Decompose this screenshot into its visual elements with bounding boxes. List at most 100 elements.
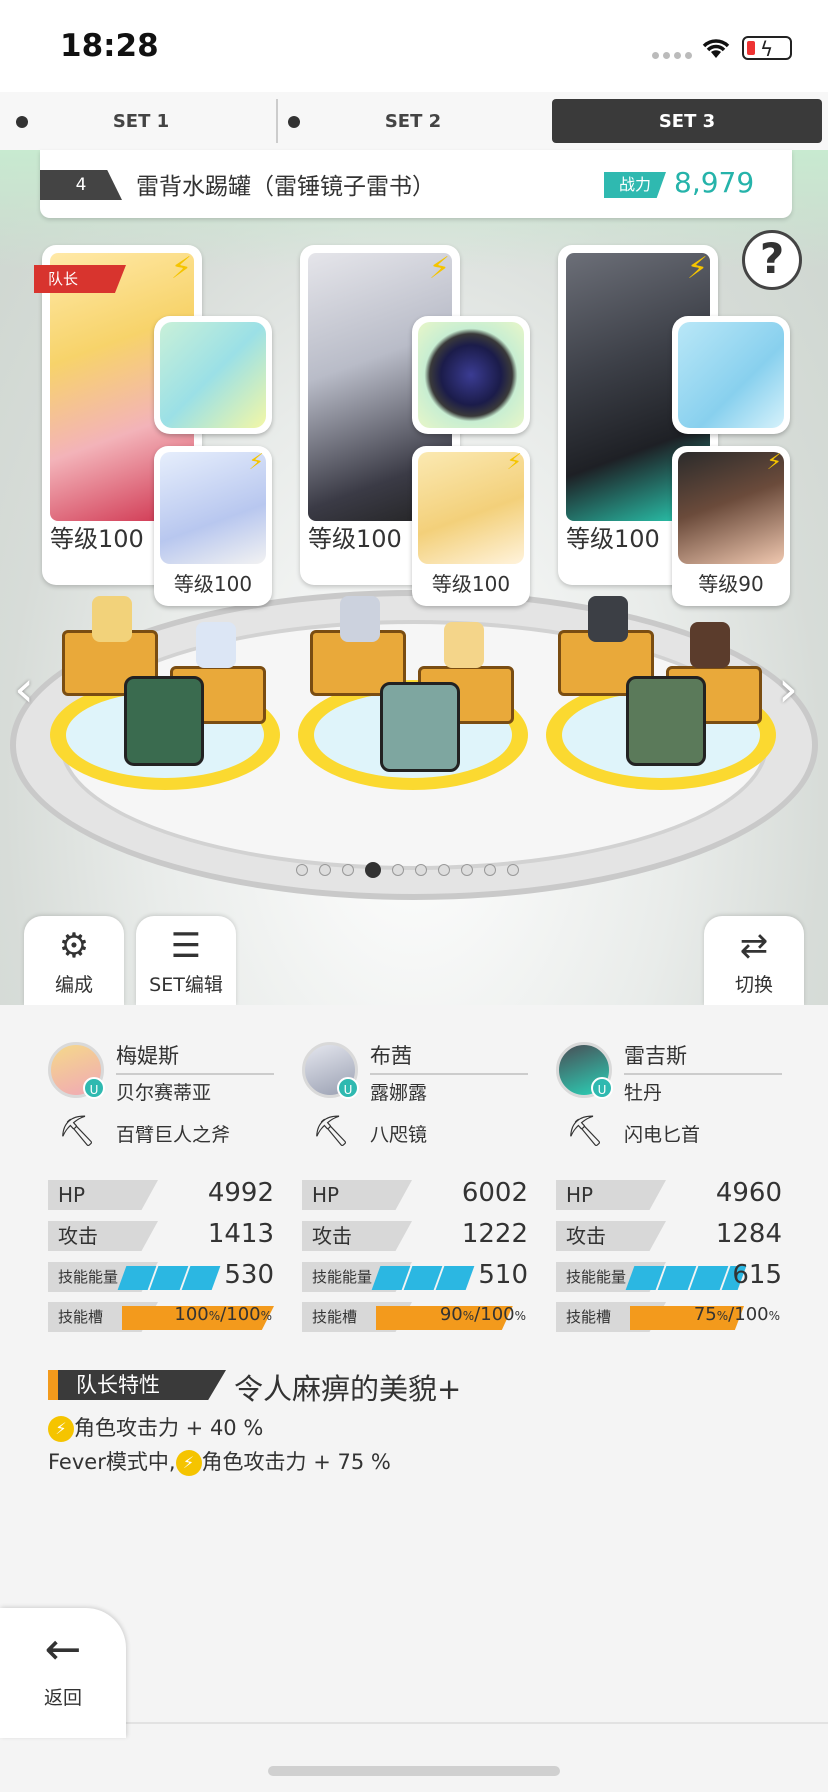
help-button[interactable]: ? [742, 230, 802, 290]
page-dot[interactable] [484, 864, 496, 876]
weapon-row[interactable]: ⛏ 八咫镜 [312, 1114, 532, 1150]
lightning-icon: ⚡ [48, 1416, 74, 1442]
list-icon: ☰ [170, 926, 202, 966]
axe-sprite [124, 676, 204, 766]
skill-slot-stat: 技能槽 100%/100% [48, 1302, 274, 1332]
member-avatar[interactable]: U [556, 1042, 613, 1099]
tab-dot [16, 116, 28, 128]
character-level: 等级100 [566, 525, 660, 553]
hp-stat: HP 4992 [48, 1178, 274, 1210]
skill-energy-stat: 技能能量 615 [556, 1260, 782, 1292]
page-dot[interactable] [461, 864, 473, 876]
sub-level: 等级90 [698, 572, 764, 596]
lightning-icon: ⚡ [428, 251, 450, 286]
weapon-slot-3[interactable] [672, 316, 790, 434]
formation-button[interactable]: ⚙ 编成 [24, 916, 124, 1006]
member-avatar[interactable]: U [48, 1042, 105, 1099]
book-sprite [626, 676, 706, 766]
back-button[interactable]: ← 返回 [0, 1608, 126, 1738]
team-name: 雷背水踢罐（雷锤镜子雷书） [136, 174, 435, 200]
chibi-sprite [690, 622, 730, 668]
tab-dot [288, 116, 300, 128]
tab-set-3[interactable]: SET 3 [552, 99, 822, 143]
member-avatar[interactable]: U [302, 1042, 359, 1099]
tab-set-2[interactable]: SET 2 [278, 99, 548, 143]
chibi-sprite [444, 622, 484, 668]
weapon-row[interactable]: ⛏ 百臂巨人之斧 [58, 1114, 278, 1150]
sub-character-3[interactable]: ⚡ 等级90 [672, 446, 790, 606]
page-dot[interactable] [296, 864, 308, 876]
attack-stat: 攻击 1222 [302, 1219, 528, 1251]
signal-icon [652, 52, 692, 59]
chibi-sprite [92, 596, 132, 642]
sub-member-name: 牡丹 [624, 1082, 663, 1104]
wifi-icon [702, 39, 730, 58]
next-arrow-icon[interactable]: › [778, 660, 798, 718]
page-dot[interactable] [342, 864, 354, 876]
prev-arrow-icon[interactable]: ‹ [14, 660, 34, 718]
character-level: 等级100 [50, 525, 144, 553]
sub-character-2[interactable]: ⚡ 等级100 [412, 446, 530, 606]
sub-character-1[interactable]: ⚡ 等级100 [154, 446, 272, 606]
skill-energy-stat: 技能能量 510 [302, 1260, 528, 1292]
back-arrow-icon: ← [44, 1624, 82, 1675]
lightning-icon: ⚡ [248, 450, 264, 475]
member-name: 布茜 [370, 1044, 412, 1068]
weapon-icon: ⛏ [58, 1114, 97, 1149]
battery-icon: ϟ [742, 36, 792, 61]
leader-effect-1: ⚡ 角色攻击力 + 40 % [48, 1412, 263, 1442]
chibi-sprite [340, 596, 380, 642]
weapon-name: 闪电匕首 [624, 1124, 701, 1146]
status-bar: 18:28 ϟ [0, 0, 828, 92]
page-dot[interactable] [415, 864, 427, 876]
formation-icon: ⚙ [58, 926, 90, 966]
team-title-bar[interactable]: 4 雷背水踢罐（雷锤镜子雷书） 战力 8,979 [40, 150, 792, 218]
power-value: 8,979 [674, 166, 755, 199]
hp-stat: HP 6002 [302, 1178, 528, 1210]
weapon-row[interactable]: ⛏ 闪电匕首 [566, 1114, 786, 1150]
skill-slot-stat: 技能槽 75%/100% [556, 1302, 782, 1332]
set-tabs: SET 1 SET 2 SET 3 [0, 92, 828, 150]
team-number: 4 [40, 170, 122, 200]
clock: 18:28 [60, 28, 159, 64]
leader-skill-name: 令人麻痹的美貌+ [234, 1372, 462, 1406]
weapon-slot-2[interactable] [412, 316, 530, 434]
lightning-icon: ⚡ [506, 450, 522, 475]
page-dot[interactable] [507, 864, 519, 876]
set-edit-button[interactable]: ☰ SET编辑 [136, 916, 236, 1006]
page-dot-active[interactable] [365, 862, 381, 878]
page-dot[interactable] [392, 864, 404, 876]
mirror-icon [418, 322, 524, 428]
home-indicator[interactable] [268, 1766, 560, 1776]
weapon-icon: ⛏ [566, 1114, 605, 1149]
hp-stat: HP 4960 [556, 1178, 782, 1210]
weapon-slot-1[interactable] [154, 316, 272, 434]
weapon-name: 八咫镜 [370, 1124, 428, 1146]
switch-button[interactable]: ⇄ 切换 [704, 916, 804, 1006]
sub-member-name: 露娜露 [370, 1082, 428, 1104]
lightning-icon: ⚡ [175, 1450, 202, 1476]
page-dot[interactable] [319, 864, 331, 876]
tab-set-1[interactable]: SET 1 [6, 99, 278, 143]
skill-energy-stat: 技能能量 530 [48, 1260, 274, 1292]
member-name: 梅媞斯 [116, 1044, 179, 1068]
member-name: 雷吉斯 [624, 1044, 687, 1068]
attack-stat: 攻击 1284 [556, 1219, 782, 1251]
lightning-icon: ⚡ [766, 450, 782, 475]
sub-level: 等级100 [173, 572, 253, 596]
leader-badge: 队长 [34, 265, 126, 293]
swap-icon: ⇄ [739, 926, 769, 966]
character-level: 等级100 [308, 525, 402, 553]
lightning-icon: ⚡ [686, 251, 708, 286]
leader-skill-label: 队长特性 [48, 1370, 226, 1400]
page-dot[interactable] [438, 864, 450, 876]
sub-level: 等级100 [431, 572, 511, 596]
chibi-sprite [588, 596, 628, 642]
skill-slot-stat: 技能槽 90%/100% [302, 1302, 528, 1332]
mirror-sprite [380, 682, 460, 772]
attack-stat: 攻击 1413 [48, 1219, 274, 1251]
page-indicator [296, 862, 519, 878]
leader-effect-2: Fever模式中, ⚡ 角色攻击力 + 75 % [48, 1450, 391, 1476]
weapon-name: 百臂巨人之斧 [116, 1124, 231, 1146]
weapon-icon: ⛏ [312, 1114, 351, 1149]
